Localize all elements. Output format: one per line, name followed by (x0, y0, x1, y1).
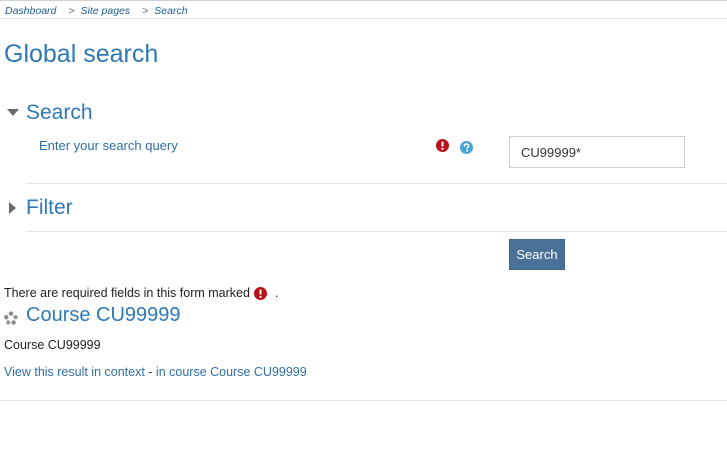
caret-down-icon (6, 106, 20, 120)
course-icon (4, 311, 18, 325)
result-link-separator: - (144, 365, 156, 379)
view-in-context-link[interactable]: View this result in context (4, 365, 145, 379)
breadcrumb: Dashboard > Site pages > Search (5, 4, 188, 18)
result-summary: Course CU99999 (4, 338, 101, 352)
search-query-label: Enter your search query (39, 138, 178, 153)
breadcrumb-divider (0, 18, 727, 19)
breadcrumb-site-pages[interactable]: Site pages (81, 5, 131, 17)
caret-right-icon (6, 201, 20, 215)
required-note-period: . (274, 286, 279, 300)
top-border (0, 0, 727, 1)
section-divider (26, 183, 727, 184)
filter-section-toggle[interactable]: Filter (6, 194, 73, 222)
help-icon[interactable] (460, 141, 473, 154)
course-link[interactable]: in course Course CU99999 (156, 365, 307, 379)
search-section-toggle[interactable]: Search (6, 99, 93, 127)
result-title-link[interactable]: Course CU99999 (26, 304, 181, 327)
page-title: Global search (4, 40, 159, 68)
breadcrumb-search[interactable]: Search (154, 5, 187, 17)
search-submit-button[interactable]: Search (509, 239, 565, 270)
breadcrumb-separator: > (68, 5, 75, 17)
required-icon (436, 139, 449, 152)
filter-section-title: Filter (26, 196, 73, 219)
required-note-text: There are required fields in this form m… (4, 286, 250, 300)
required-icon (253, 286, 267, 300)
result-links: View this result in context - in course … (4, 365, 307, 379)
search-query-input[interactable] (509, 136, 685, 168)
search-section-title: Search (26, 101, 93, 124)
required-fields-note: There are required fields in this form m… (4, 286, 278, 300)
breadcrumb-separator: > (142, 5, 149, 17)
section-divider (26, 231, 727, 232)
result-divider (0, 400, 727, 401)
breadcrumb-dashboard[interactable]: Dashboard (5, 5, 56, 17)
